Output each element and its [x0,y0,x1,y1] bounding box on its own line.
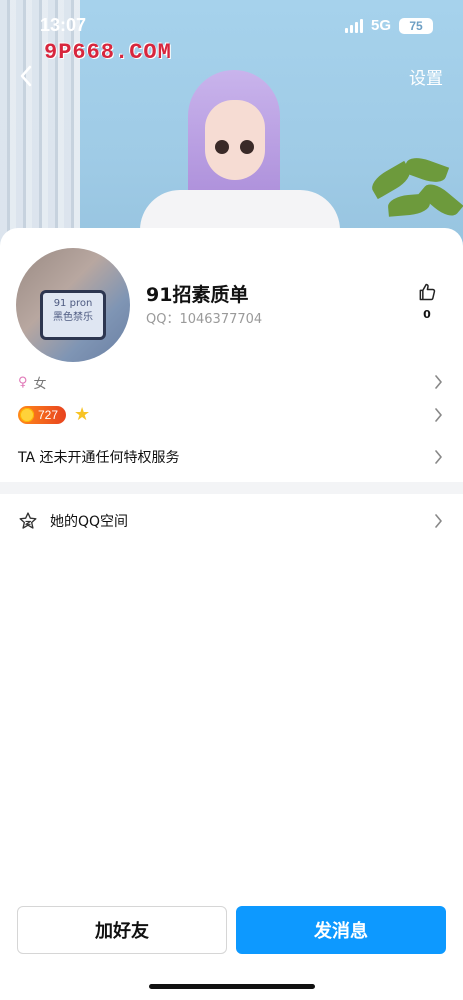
add-friend-button[interactable]: 加好友 [17,906,227,954]
banner-curtain [0,0,80,260]
status-time: 13:07 [40,15,87,35]
qq-number: QQ：1046377704 [146,312,263,327]
section-divider [0,482,463,494]
send-message-button[interactable]: 发消息 [236,906,446,954]
status-indicators: 5G 75 [344,17,433,34]
like-button[interactable]: 0 [412,282,442,321]
chevron-right-icon [435,375,442,389]
nickname: 91招素质单 [146,284,249,306]
qzone-star-icon [18,511,38,531]
avatar-screen-text: 91 pron 黑色禁乐 [40,290,106,340]
signal-icon [344,18,363,33]
sun-icon [20,408,34,422]
banner-character-eye-right [240,140,254,154]
chevron-right-icon [435,514,442,528]
network-type: 5G [370,17,391,34]
chevron-right-icon [435,408,442,422]
settings-button[interactable]: 设置 [409,64,443,89]
watermark: 9P668.COM [44,40,172,65]
profile-banner [0,0,463,260]
qzone-label: 她的QQ空间 [50,514,129,530]
plant-leaf [402,153,450,187]
banner-character-eye-left [215,140,229,154]
privilege-row[interactable]: TA 还未开通任何特权服务 [0,444,463,470]
home-indicator [149,984,315,989]
gender-row[interactable]: ♀ 女 [0,370,463,394]
profile-card: 91 pron 黑色禁乐 91招素质单 QQ：1046377704 0 ♀ 女 … [0,228,463,1000]
like-count: 0 [423,308,431,321]
level-badge: 727 [18,406,67,424]
avatar[interactable]: 91 pron 黑色禁乐 [16,248,130,362]
qzone-row[interactable]: 她的QQ空间 [0,506,463,536]
level-value: 727 [38,408,59,422]
banner-character-face [205,100,265,180]
gender-label: 女 [33,376,47,392]
level-row[interactable]: 727 ★ [0,402,463,428]
chevron-left-icon [20,65,32,87]
thumbs-up-icon [419,283,436,301]
battery-icon: 75 [399,17,433,34]
chevron-right-icon [435,450,442,464]
privilege-text: TA 还未开通任何特权服务 [18,450,180,466]
plant-leaf [418,178,463,222]
star-icon: ★ [74,404,91,425]
female-icon: ♀ [18,374,28,390]
back-button[interactable] [12,62,40,90]
